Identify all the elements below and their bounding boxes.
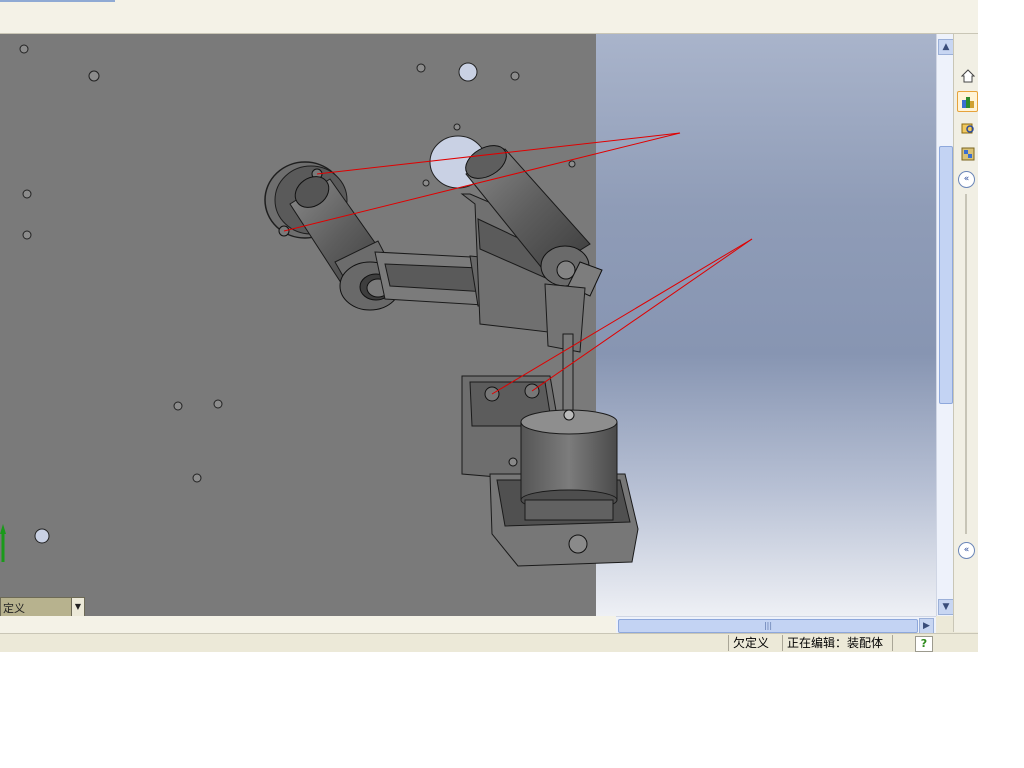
configuration-value: 定义 <box>3 602 25 615</box>
file-explorer-icon[interactable] <box>957 117 978 138</box>
configuration-select[interactable]: 定义 ▼ <box>0 597 85 617</box>
design-library-icon[interactable] <box>957 91 978 112</box>
status-spacer <box>892 635 915 651</box>
help-icon[interactable]: ? <box>915 636 933 652</box>
horizontal-scrollbar[interactable]: ||| ▶ <box>616 616 936 634</box>
view-palette-icon[interactable] <box>957 143 978 164</box>
scroll-right-icon[interactable]: ▶ <box>919 618 934 634</box>
motor <box>520 409 618 521</box>
home-icon[interactable] <box>957 65 978 86</box>
solidworks-window: 定义 ▼ ▲ ▼ ||| ▶ « « 欠定义 正在编辑：装配体 ? <box>0 0 978 652</box>
scroll-gutter <box>0 616 616 633</box>
collapse-up-icon[interactable]: « <box>958 171 975 188</box>
collapse-down-icon[interactable]: « <box>958 542 975 559</box>
scroll-down-icon[interactable]: ▼ <box>938 599 954 615</box>
vertical-scrollbar[interactable]: ▲ ▼ <box>936 34 954 616</box>
command-area <box>0 0 978 34</box>
status-bar: 欠定义 正在编辑：装配体 ? <box>0 633 978 652</box>
horizontal-scroll-thumb[interactable]: ||| <box>618 619 918 633</box>
task-pane-tabs: « « <box>953 34 978 632</box>
status-editing: 正在编辑：装配体 <box>782 635 887 651</box>
task-pane-divider <box>965 194 967 534</box>
dropdown-arrow-icon[interactable]: ▼ <box>71 598 84 616</box>
graphics-area[interactable] <box>0 34 936 616</box>
status-underdefined: 欠定义 <box>728 635 773 651</box>
tab-strip-fragment <box>0 0 115 2</box>
reference-triad <box>0 518 10 562</box>
vertical-scroll-thumb[interactable] <box>939 146 953 404</box>
scroll-up-icon[interactable]: ▲ <box>938 39 954 55</box>
assembly-model[interactable] <box>0 34 936 616</box>
